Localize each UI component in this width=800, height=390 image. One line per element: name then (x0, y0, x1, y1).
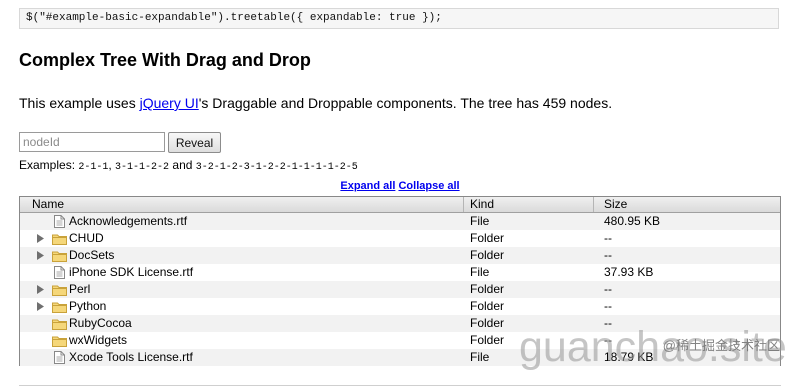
cell-name: wxWidgets (20, 332, 463, 349)
folder-icon (51, 232, 67, 246)
cell-size: -- (604, 282, 612, 296)
cell-size: 480.95 KB (604, 214, 661, 228)
column-header-kind[interactable]: Kind (463, 197, 593, 212)
expand-arrow-icon[interactable] (35, 285, 45, 295)
folder-icon (51, 317, 67, 331)
jquery-ui-link[interactable]: jQuery UI (140, 95, 199, 111)
row-name-label: CHUD (69, 231, 104, 245)
row-name-label: DocSets (69, 248, 115, 262)
table-row[interactable]: DocSets Folder -- (20, 247, 780, 264)
column-header-name[interactable]: Name (20, 197, 463, 212)
column-header-size[interactable]: Size (593, 197, 780, 212)
cell-name: Python (20, 298, 463, 315)
cell-name: Xcode Tools License.rtf (20, 349, 463, 366)
cell-name: RubyCocoa (20, 315, 463, 332)
row-name-label: RubyCocoa (69, 316, 132, 330)
folder-icon (51, 300, 67, 314)
watermark-credit: @稀土掘金技术社区 (662, 338, 780, 353)
tree-toggles: Expand all Collapse all (0, 180, 800, 193)
expand-arrow-icon[interactable] (35, 234, 45, 244)
code-snippet: $("#example-basic-expandable").treetable… (19, 8, 779, 29)
example-id-3: 3-2-1-2-3-1-2-2-1-1-1-1-2-5 (195, 162, 358, 173)
file-icon (51, 351, 67, 365)
divider (19, 385, 781, 386)
cell-kind: File (470, 265, 490, 279)
cell-size: -- (604, 248, 612, 262)
examples-label: Examples: (19, 158, 79, 172)
cell-kind: Folder (470, 231, 505, 245)
folder-icon (51, 334, 67, 348)
folder-icon (51, 283, 67, 297)
file-icon (51, 215, 67, 229)
expand-arrow-icon[interactable] (35, 302, 45, 312)
row-name-label: Xcode Tools License.rtf (69, 350, 193, 364)
file-icon (51, 266, 67, 280)
cell-kind: File (470, 214, 490, 228)
page-title: Complex Tree With Drag and Drop (19, 50, 311, 70)
table-row[interactable]: iPhone SDK License.rtf File 37.93 KB (20, 264, 780, 281)
example-id-2: 3-1-1-2-2 (115, 162, 170, 173)
cell-name: DocSets (20, 247, 463, 264)
row-name-label: Python (69, 299, 107, 313)
cell-name: Perl (20, 281, 463, 298)
collapse-all-link[interactable]: Collapse all (398, 180, 459, 192)
node-id-input[interactable] (19, 132, 165, 152)
tree-table-header: Name Kind Size (20, 197, 780, 213)
example-id-1: 2-1-1 (78, 162, 109, 173)
table-row[interactable]: Acknowledgements.rtf File 480.95 KB (20, 213, 780, 230)
cell-name: iPhone SDK License.rtf (20, 264, 463, 281)
cell-size: 37.93 KB (604, 265, 654, 279)
cell-kind: Folder (470, 299, 505, 313)
cell-name: CHUD (20, 230, 463, 247)
expand-arrow-icon[interactable] (35, 251, 45, 261)
cell-kind: Folder (470, 248, 505, 262)
examples-line: Examples: 2-1-1, 3-1-1-2-2 and 3-2-1-2-3… (19, 157, 358, 176)
table-row[interactable]: Python Folder -- (20, 298, 780, 315)
row-name-label: wxWidgets (69, 333, 128, 347)
examples-separator-2: and (169, 158, 196, 172)
reveal-button[interactable]: Reveal (168, 132, 221, 153)
cell-name: Acknowledgements.rtf (20, 213, 463, 230)
row-name-label: Acknowledgements.rtf (69, 214, 188, 228)
intro-text: This example uses jQuery UI's Draggable … (19, 94, 612, 112)
cell-kind: Folder (470, 282, 505, 296)
cell-size: -- (604, 299, 612, 313)
cell-size: -- (604, 231, 612, 245)
row-name-label: Perl (69, 282, 91, 296)
table-row[interactable]: CHUD Folder -- (20, 230, 780, 247)
expand-all-link[interactable]: Expand all (340, 180, 395, 192)
row-name-label: iPhone SDK License.rtf (69, 265, 194, 279)
intro-before: This example uses (19, 95, 140, 111)
folder-icon (51, 249, 67, 263)
intro-after: 's Draggable and Droppable components. T… (198, 95, 613, 111)
table-row[interactable]: Perl Folder -- (20, 281, 780, 298)
